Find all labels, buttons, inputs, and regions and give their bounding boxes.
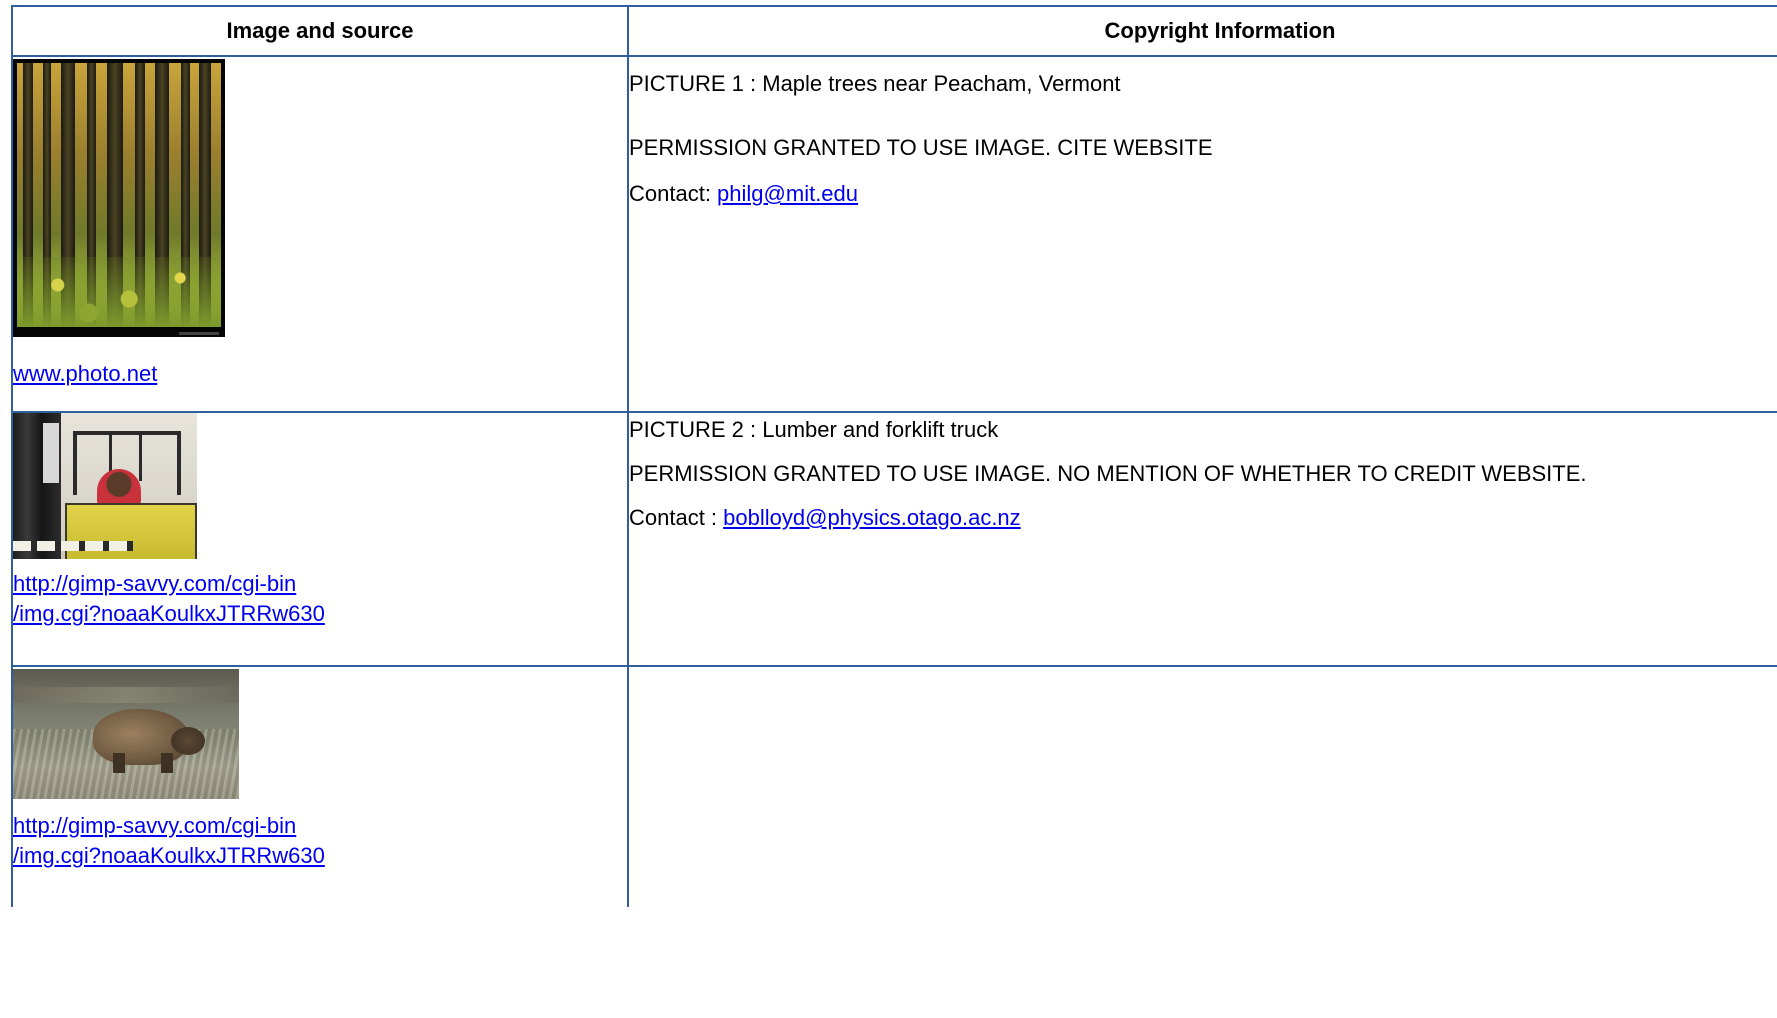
bear-leg — [113, 753, 125, 773]
header-image-source: Image and source — [11, 5, 629, 57]
bear-head — [171, 727, 205, 755]
contact-label: Contact: — [629, 181, 718, 206]
table-row: http://gimp-savvy.com/cgi-bin /img.cgi?n… — [11, 411, 1777, 667]
image-source-cell: http://gimp-savvy.com/cgi-bin /img.cgi?n… — [11, 411, 629, 667]
copyright-cell: PICTURE 2 : Lumber and forklift truck PE… — [627, 411, 1777, 667]
source-link-line: /img.cgi?noaaKoulkxJTRRw630 — [13, 601, 325, 626]
photo-credit-mark — [179, 332, 219, 335]
forklift-photo — [13, 413, 197, 559]
cage-bar — [139, 431, 142, 481]
mast-label — [43, 423, 59, 483]
image-source-cell: www.photo.net — [11, 55, 629, 413]
bear-photo — [13, 669, 239, 799]
table-row: www.photo.net PICTURE 1 : Maple trees ne… — [11, 55, 1777, 413]
copyright-cell: PICTURE 1 : Maple trees near Peacham, Ve… — [627, 55, 1777, 413]
contact-label: Contact : — [629, 505, 724, 530]
picture-title: PICTURE 1 : Maple trees near Peacham, Ve… — [629, 71, 1121, 96]
forest-canvas — [17, 63, 221, 327]
forklift-fork — [13, 541, 133, 551]
source-link[interactable]: http://gimp-savvy.com/cgi-bin /img.cgi?n… — [13, 569, 627, 629]
image-source-cell: http://gimp-savvy.com/cgi-bin /img.cgi?n… — [11, 665, 629, 907]
page: Image and source Copyright Information w… — [0, 0, 1777, 1018]
source-link-line: http://gimp-savvy.com/cgi-bin — [13, 813, 297, 838]
permission-text: PERMISSION GRANTED TO USE IMAGE. NO MENT… — [629, 461, 1587, 486]
copyright-cell — [627, 665, 1777, 907]
source-link[interactable]: www.photo.net — [13, 359, 627, 389]
contact-email-link[interactable]: boblloyd@physics.otago.ac.nz — [723, 505, 1021, 530]
forest-ground — [17, 257, 221, 327]
source-link-line: /img.cgi?noaaKoulkxJTRRw630 — [13, 843, 325, 868]
header-row: Image and source Copyright Information — [11, 5, 1777, 57]
header-copyright: Copyright Information — [627, 5, 1777, 57]
source-link[interactable]: http://gimp-savvy.com/cgi-bin /img.cgi?n… — [13, 811, 627, 871]
permission-text: PERMISSION GRANTED TO USE IMAGE. CITE WE… — [629, 135, 1213, 160]
picture-title: PICTURE 2 : Lumber and forklift truck — [629, 417, 999, 442]
contact-email-link[interactable]: philg@mit.edu — [717, 181, 858, 206]
source-link-line: www.photo.net — [13, 361, 158, 386]
copyright-table: Image and source Copyright Information w… — [11, 5, 1777, 907]
table-row: http://gimp-savvy.com/cgi-bin /img.cgi?n… — [11, 665, 1777, 907]
forest-photo — [13, 59, 225, 337]
source-link-line: http://gimp-savvy.com/cgi-bin — [13, 571, 297, 596]
contact-line: Contact : boblloyd@physics.otago.ac.nz — [629, 503, 1777, 533]
bear-leg — [161, 753, 173, 773]
contact-line: Contact: philg@mit.edu — [629, 179, 1777, 209]
background-band — [13, 687, 239, 703]
